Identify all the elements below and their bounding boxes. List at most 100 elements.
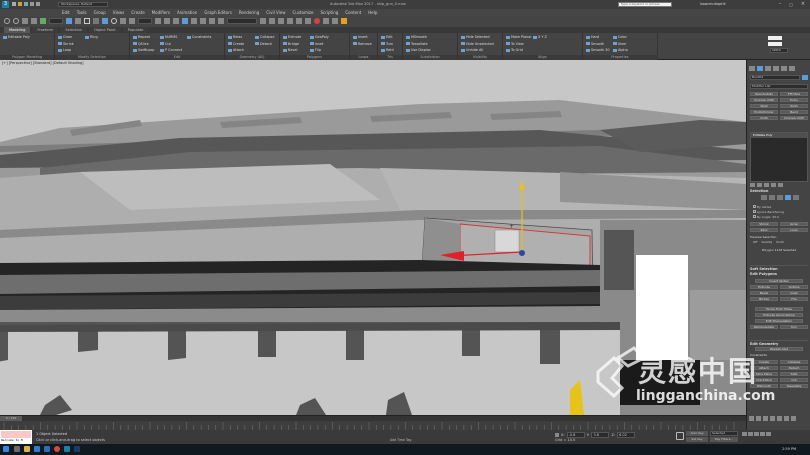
user-account[interactable]: isaacmutiaphil (700, 2, 726, 6)
set-key-icon[interactable] (676, 432, 684, 440)
menu-item-scripting[interactable]: Scripting (321, 10, 339, 15)
ribbon-button-illum[interactable]: Illum (613, 42, 626, 46)
rect-selection-icon[interactable] (84, 18, 90, 24)
redo-icon[interactable] (36, 2, 40, 6)
stack-item-editable-poly[interactable]: Editable Poly (751, 133, 807, 138)
illum-swatch[interactable] (768, 42, 782, 46)
button-turbo[interactable]: Turbo (780, 98, 808, 102)
ribbon-button-smooth[interactable]: Smooth (586, 42, 604, 46)
ribbon-button-hide-unselected[interactable]: Hide Unselected (461, 42, 494, 46)
checkbox[interactable] (753, 205, 756, 208)
select-by-name-icon[interactable] (75, 18, 81, 24)
ribbon-button-unhide-all[interactable]: Unhide All (461, 48, 483, 52)
maxscript-listener[interactable]: Welcome to M (0, 430, 32, 444)
ribbon-button-hard[interactable]: Hard (586, 35, 599, 39)
menu-item-group[interactable]: Group (94, 10, 106, 15)
gizmo-pivot[interactable] (519, 250, 525, 256)
edit-polygons-rollout[interactable]: Edit Polygons (750, 272, 808, 276)
viewport-label[interactable]: [+] [Perspective] [Standard] [Default Sh… (2, 61, 84, 65)
app-logo-icon[interactable]: 3 (2, 1, 9, 8)
ribbon-button-qslice[interactable]: QSlice (133, 42, 149, 46)
ribbon-button-repeat[interactable]: Repeat (133, 35, 150, 39)
menu-item-rendering[interactable]: Rendering (239, 10, 259, 15)
set-key-button[interactable]: Set Key (686, 437, 708, 442)
next-frame-icon[interactable] (760, 432, 765, 436)
z-coordinate-field[interactable]: 6.02 (617, 432, 636, 438)
ribbon-button-smooth-30[interactable]: Smooth 30 (586, 48, 609, 52)
add-time-tag[interactable]: Add Time Tag (390, 438, 411, 442)
button-unwrap-uvw[interactable]: Unwrap UVW (780, 116, 808, 120)
display-tab-icon[interactable] (781, 66, 787, 71)
hierarchy-tab-icon[interactable] (765, 66, 771, 71)
placement-icon[interactable] (129, 18, 135, 24)
chrome-icon[interactable] (54, 446, 60, 452)
reference-coordinate-dropdown[interactable] (138, 18, 152, 24)
button-grow[interactable]: Grow (780, 222, 808, 226)
ribbon-button-p-connect[interactable]: P Connect (160, 48, 182, 52)
select-object-icon[interactable] (66, 18, 72, 24)
layer-explorer-icon[interactable] (278, 18, 284, 24)
snaps-toggle-icon[interactable] (182, 18, 188, 24)
soft-selection-rollout[interactable]: Soft Selection (750, 265, 808, 271)
new-icon[interactable] (12, 2, 16, 6)
save-icon[interactable] (24, 2, 28, 6)
project-dropdown[interactable]: Workspaces: Default (58, 2, 108, 7)
button-shrink[interactable]: Shrink (750, 222, 778, 226)
window-crossing-icon[interactable] (93, 18, 99, 24)
menu-item-help[interactable]: Help (368, 10, 377, 15)
timeline[interactable]: 0 / 100 (0, 415, 746, 430)
ribbon-button-inset[interactable]: Inset (310, 42, 323, 46)
minimize-button[interactable]: – (775, 1, 785, 8)
ribbon-button-flip[interactable]: Flip (310, 48, 321, 52)
angle-snap-icon[interactable] (191, 18, 197, 24)
schematic-view-icon[interactable] (305, 18, 311, 24)
pin-stack-icon[interactable] (750, 183, 755, 187)
open-icon[interactable] (18, 2, 22, 6)
ribbon-button-loop[interactable]: Loop (58, 48, 71, 52)
menu-item-views[interactable]: Views (113, 10, 125, 15)
button-cloth[interactable]: Cloth (750, 116, 778, 120)
edit-named-selection-icon[interactable] (218, 18, 224, 24)
preview-option-subobj[interactable]: SubObj (761, 240, 772, 244)
menu-item-modifiers[interactable]: Modifiers (152, 10, 170, 15)
make-unique-icon[interactable] (764, 183, 769, 187)
select-manipulate-icon[interactable] (164, 18, 170, 24)
unlink-icon[interactable] (31, 18, 37, 24)
ribbon-button-turn[interactable]: Turn (381, 42, 393, 46)
ribbon-button-bevel[interactable]: Bevel (283, 48, 297, 52)
vertex-mode-icon[interactable] (761, 195, 767, 200)
ribbon-button-x-y-z[interactable]: X Y Z (533, 35, 547, 39)
button-prooptimizer[interactable]: ProOptimizer (750, 110, 778, 114)
file-explorer-icon[interactable] (24, 446, 30, 452)
alpha-value-field[interactable]: 100.0 (770, 48, 788, 53)
pivot-icon[interactable] (155, 18, 161, 24)
ribbon-button-color[interactable]: Color (613, 35, 627, 39)
button-bevel[interactable]: Bevel (750, 291, 778, 295)
key-filters-button[interactable]: Key Filters... (710, 437, 738, 442)
prev-frame-icon[interactable] (748, 432, 753, 436)
y-coordinate-field[interactable]: 3.6 (591, 432, 610, 438)
selection-option[interactable]: By Angle: 45.0 (753, 214, 808, 219)
button-outline[interactable]: Outline (780, 285, 808, 289)
button-ffd-box[interactable]: FFD Box (780, 92, 808, 96)
button-bridge[interactable]: Bridge (750, 297, 778, 301)
render-setup-icon[interactable] (323, 18, 329, 24)
preview-option-multi[interactable]: Multi (776, 240, 783, 244)
preview-option-off[interactable]: Off (753, 240, 757, 244)
play-icon[interactable] (754, 432, 759, 436)
retriangulate-button[interactable]: Retriangulate (750, 325, 778, 329)
ribbon-button-to-view[interactable]: To View (506, 42, 524, 46)
maximize-viewport-icon[interactable] (791, 416, 796, 421)
zoom-all-icon[interactable] (756, 416, 761, 421)
element-mode-icon[interactable] (793, 195, 799, 200)
object-name-field[interactable]: Box001 (750, 75, 800, 80)
button-unwrap-uvw[interactable]: Unwrap UVW (750, 98, 778, 102)
ribbon-button-use-displac[interactable]: Use Displac (406, 48, 431, 52)
menu-item-animation[interactable]: Animation (177, 10, 197, 15)
go-to-start-icon[interactable] (742, 432, 747, 436)
ribbon-button-editable-poly[interactable]: Editable Poly (3, 35, 30, 39)
edge-mode-icon[interactable] (769, 195, 775, 200)
ribbon-button-attach[interactable]: Attach (228, 48, 244, 52)
ribbon-button-create[interactable]: Create (228, 42, 244, 46)
render-production-icon[interactable] (341, 18, 347, 24)
